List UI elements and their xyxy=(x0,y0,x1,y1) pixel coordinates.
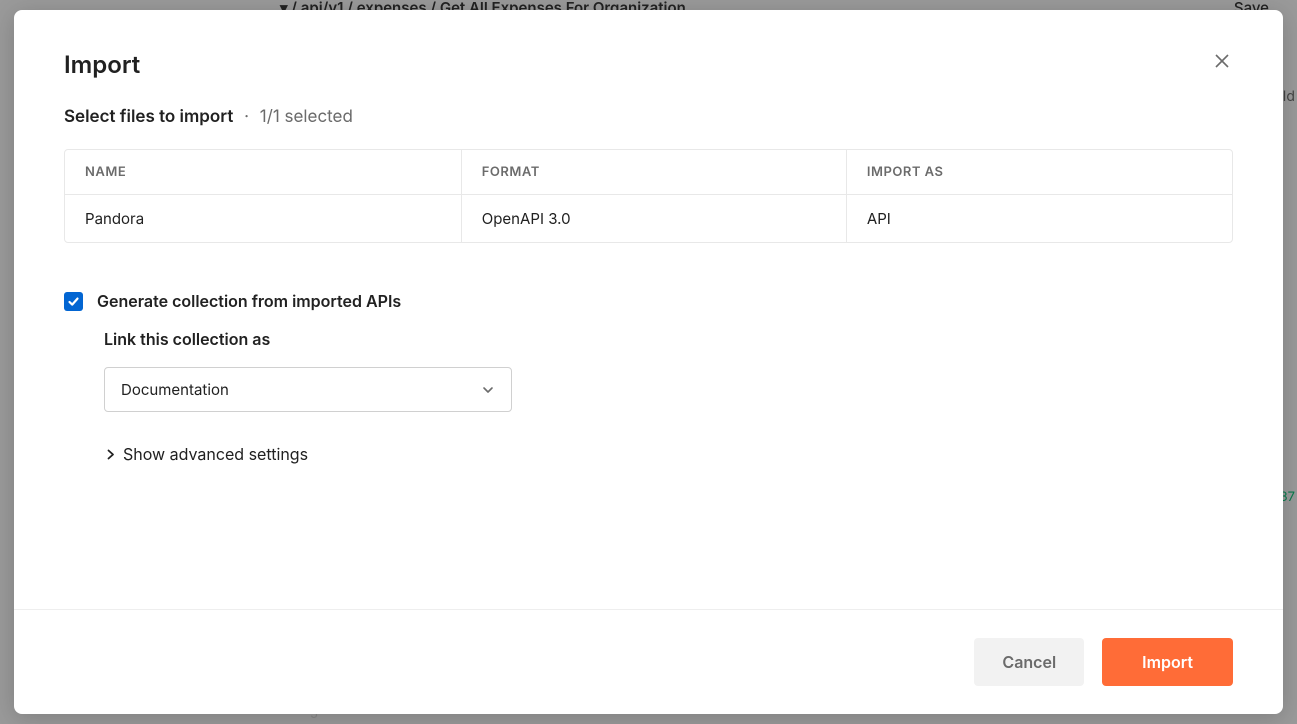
files-table: NAME FORMAT IMPORT AS Pandora OpenAPI 3.… xyxy=(64,149,1233,243)
chevron-down-icon xyxy=(481,383,495,397)
link-collection-select[interactable]: Documentation xyxy=(104,367,512,412)
col-header-import-as: IMPORT AS xyxy=(847,150,1232,195)
import-options: Generate collection from imported APIs L… xyxy=(64,291,1233,464)
close-icon xyxy=(1213,52,1231,70)
generate-collection-checkbox[interactable] xyxy=(64,292,83,311)
modal-body: Import Select files to import · 1/1 sele… xyxy=(14,10,1283,609)
subtitle-row: Select files to import · 1/1 selected xyxy=(64,107,1233,127)
chevron-right-icon xyxy=(104,448,117,461)
table-row[interactable]: Pandora OpenAPI 3.0 API xyxy=(65,195,1232,242)
selected-count: 1/1 selected xyxy=(260,107,353,127)
close-button[interactable] xyxy=(1211,50,1233,76)
bg-right-id: Id xyxy=(1283,88,1295,105)
generate-collection-row: Generate collection from imported APIs xyxy=(64,291,1233,311)
cancel-button[interactable]: Cancel xyxy=(974,638,1084,686)
link-collection-group: Link this collection as Documentation Sh… xyxy=(104,329,1233,464)
col-header-format: FORMAT xyxy=(462,150,847,195)
subtitle-separator: · xyxy=(244,107,249,127)
advanced-label: Show advanced settings xyxy=(123,444,308,464)
subtitle-text: Select files to import xyxy=(64,107,233,127)
select-value: Documentation xyxy=(121,380,229,399)
link-collection-label: Link this collection as xyxy=(104,329,1233,349)
modal-title: Import xyxy=(64,50,140,79)
modal-header: Import xyxy=(64,50,1233,79)
cell-name: Pandora xyxy=(65,195,462,242)
show-advanced-toggle[interactable]: Show advanced settings xyxy=(104,444,1233,464)
import-button[interactable]: Import xyxy=(1102,638,1233,686)
modal-footer: Cancel Import xyxy=(14,609,1283,714)
generate-collection-label: Generate collection from imported APIs xyxy=(97,291,401,311)
cell-format: OpenAPI 3.0 xyxy=(462,195,847,242)
checkmark-icon xyxy=(67,295,80,308)
table-header-row: NAME FORMAT IMPORT AS xyxy=(65,150,1232,195)
import-modal: Import Select files to import · 1/1 sele… xyxy=(14,10,1283,714)
col-header-name: NAME xyxy=(65,150,462,195)
cell-import-as: API xyxy=(847,195,1232,242)
